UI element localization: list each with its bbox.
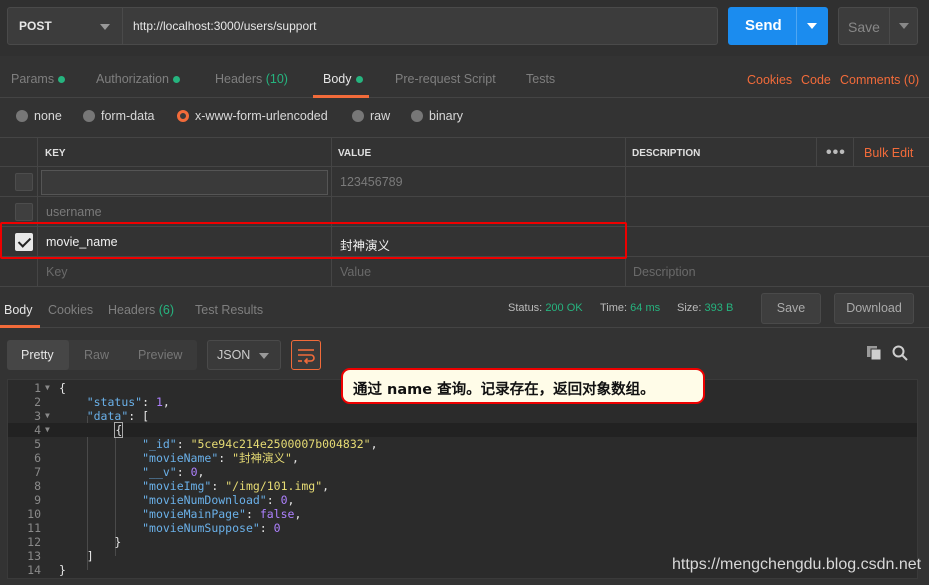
response-tabs: Body Cookies Headers (6) Test Results St… <box>0 288 929 328</box>
comments-link[interactable]: Comments (0) <box>840 73 919 87</box>
tab-headers[interactable]: Headers (10) <box>215 72 288 86</box>
status-dot <box>355 76 363 84</box>
fold-toggle-icon[interactable]: ▼ <box>45 409 50 423</box>
radio-binary[interactable]: binary <box>411 109 463 123</box>
tab-params[interactable]: Params <box>11 72 66 86</box>
tab-response-body[interactable]: Body <box>4 303 33 317</box>
code-line: 3 ▼ "data": [ <box>34 409 150 423</box>
code-line: 10 "movieMainPage": false, <box>27 507 302 521</box>
column-divider <box>37 137 38 287</box>
view-pretty[interactable]: Pretty <box>21 348 54 362</box>
fold-toggle-icon[interactable]: ▼ <box>45 423 50 437</box>
status-dot <box>58 76 66 84</box>
column-header-description: DESCRIPTION <box>632 148 701 159</box>
column-header-key: KEY <box>45 148 66 159</box>
radio-none[interactable]: none <box>16 109 62 123</box>
radio-selected-icon <box>177 110 189 122</box>
more-options-icon[interactable]: ••• <box>826 144 846 162</box>
send-button[interactable]: Send <box>728 7 828 45</box>
tab-tests[interactable]: Tests <box>526 72 555 86</box>
radio-icon <box>352 110 364 122</box>
tab-body[interactable]: Body <box>323 72 363 86</box>
view-preview[interactable]: Preview <box>138 348 182 362</box>
wrap-lines-button[interactable] <box>291 340 321 370</box>
code-line: 12 } <box>27 535 122 549</box>
save-button[interactable]: Save <box>838 7 918 45</box>
url-input[interactable]: http://localhost:3000/users/support <box>123 7 718 45</box>
save-label: Save <box>848 19 880 35</box>
code-line: 11 "movieNumSuppose": 0 <box>27 521 281 535</box>
table-row-new: Key Value Description <box>0 257 929 287</box>
row-value[interactable]: 123456789 <box>340 175 403 189</box>
highlight-box <box>0 222 627 259</box>
code-line: 9 "movieNumDownload": 0, <box>34 493 295 507</box>
key-input[interactable] <box>41 170 328 195</box>
active-tab-indicator <box>0 325 40 328</box>
size-readout: Size: 393 B <box>677 302 734 314</box>
format-label: JSON <box>217 348 251 362</box>
new-key-placeholder[interactable]: Key <box>46 265 68 279</box>
chevron-down-icon[interactable] <box>807 23 817 29</box>
code-line-current: 4 ▼ { <box>8 422 917 438</box>
status-readout: Status: 200 OK <box>508 302 583 314</box>
chevron-down-icon <box>100 24 110 30</box>
method-label: POST <box>19 19 52 33</box>
tab-test-results[interactable]: Test Results <box>195 303 263 317</box>
new-description-placeholder[interactable]: Description <box>633 265 696 279</box>
code-link[interactable]: Code <box>801 73 831 87</box>
tab-authorization[interactable]: Authorization <box>96 72 180 86</box>
params-table: KEY VALUE DESCRIPTION Bulk Edit 12345678… <box>0 137 929 287</box>
view-mode-group: Pretty Raw Preview <box>7 340 197 370</box>
radio-raw[interactable]: raw <box>352 109 390 123</box>
method-select[interactable]: POST <box>7 7 123 45</box>
code-line: 6 "movieName": "封神演义", <box>34 451 299 465</box>
column-divider <box>331 137 332 287</box>
chevron-down-icon <box>259 353 269 359</box>
code-line: 5 "_id": "5ce94c214e2500007b004832", <box>34 437 378 451</box>
request-tabs: Params Authorization Headers (10) Body P… <box>0 62 929 98</box>
column-header-value: VALUE <box>338 148 372 159</box>
row-key[interactable]: username <box>46 205 102 219</box>
response-body-editor[interactable]: 1 ▼{ 2 "status": 1, 3 ▼ "data": [ 4 ▼ { 5 "… <box>7 379 918 579</box>
save-response-button[interactable]: Save <box>761 293 821 324</box>
row-checkbox[interactable] <box>15 173 33 191</box>
column-divider <box>816 137 817 167</box>
save-divider <box>889 8 890 44</box>
send-divider <box>796 7 797 45</box>
wrap-lines-icon <box>298 349 315 365</box>
cookies-link[interactable]: Cookies <box>747 73 792 87</box>
column-divider <box>625 137 626 287</box>
copy-icon[interactable] <box>866 345 882 361</box>
status-dot <box>172 76 180 84</box>
time-readout: Time: 64 ms <box>600 302 661 314</box>
format-select[interactable]: JSON <box>207 340 281 370</box>
tab-response-cookies[interactable]: Cookies <box>48 303 93 317</box>
table-header-row: KEY VALUE DESCRIPTION Bulk Edit <box>0 137 929 167</box>
download-button[interactable]: Download <box>834 293 914 324</box>
search-icon[interactable] <box>892 345 908 361</box>
watermark: https://mengchengdu.blog.csdn.net <box>672 556 922 573</box>
row-checkbox[interactable] <box>15 203 33 221</box>
new-value-placeholder[interactable]: Value <box>340 265 371 279</box>
chevron-down-icon[interactable] <box>899 23 909 29</box>
view-raw[interactable]: Raw <box>84 348 109 362</box>
request-bar: POST http://localhost:3000/users/support… <box>0 0 929 56</box>
body-type-selector: none form-data x-www-form-urlencoded raw… <box>0 98 929 136</box>
radio-icon <box>411 110 423 122</box>
radio-x-www-form-urlencoded[interactable]: x-www-form-urlencoded <box>177 109 328 123</box>
tab-response-headers[interactable]: Headers (6) <box>108 303 174 317</box>
code-line: 8 "movieImg": "/img/101.img", <box>34 479 330 493</box>
code-line: 7 "__v": 0, <box>34 465 205 479</box>
send-label: Send <box>745 17 782 34</box>
fold-toggle-icon[interactable]: ▼ <box>45 381 50 395</box>
bulk-edit-link[interactable]: Bulk Edit <box>864 146 913 160</box>
radio-form-data[interactable]: form-data <box>83 109 155 123</box>
annotation-callout: 通过 name 查询。记录存在，返回对象数组。 <box>341 368 705 404</box>
radio-icon <box>83 110 95 122</box>
column-divider <box>853 137 854 167</box>
radio-icon <box>16 110 28 122</box>
tab-pre-request-script[interactable]: Pre-request Script <box>395 72 496 86</box>
